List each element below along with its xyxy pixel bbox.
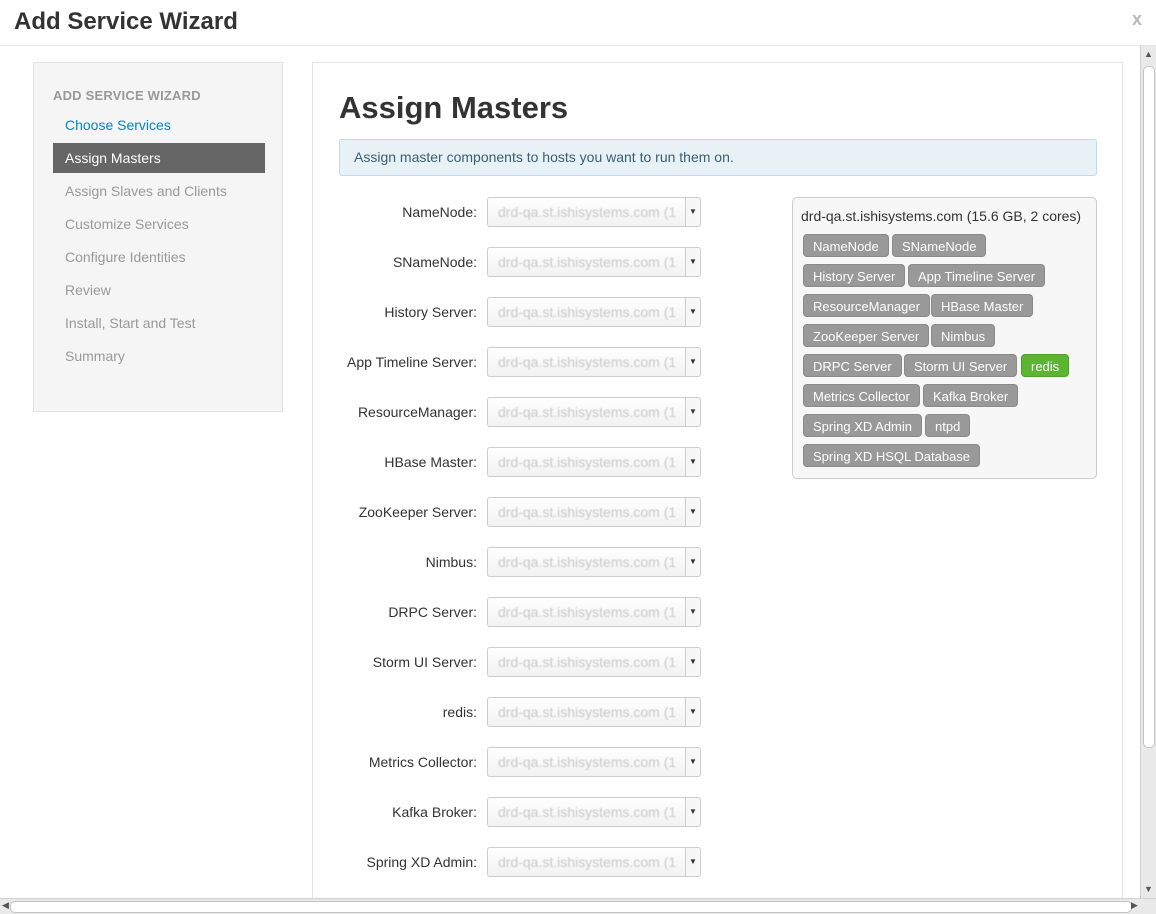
- caret-down-icon[interactable]: ▼: [685, 248, 700, 276]
- host-select[interactable]: drd-qa.st.ishisystems.com (1 ▼: [487, 447, 701, 477]
- host-select-value: drd-qa.st.ishisystems.com (1: [498, 854, 677, 870]
- component-chip: Kafka Broker: [923, 384, 1019, 407]
- host-select-value: drd-qa.st.ishisystems.com (1: [498, 754, 677, 770]
- host-title: drd-qa.st.ishisystems.com (15.6 GB, 2 co…: [801, 208, 1082, 224]
- component-chip: ntpd: [925, 414, 971, 437]
- scroll-up-icon[interactable]: ▲: [1144, 49, 1153, 59]
- host-select-value: drd-qa.st.ishisystems.com (1: [498, 504, 677, 520]
- info-alert: Assign master components to hosts you wa…: [339, 139, 1097, 176]
- host-select[interactable]: drd-qa.st.ishisystems.com (1 ▼: [487, 547, 701, 577]
- caret-down-icon[interactable]: ▼: [685, 598, 700, 626]
- assign-label: HBase Master:: [384, 454, 477, 470]
- component-chip: App Timeline Server: [908, 264, 1046, 287]
- host-select[interactable]: drd-qa.st.ishisystems.com (1 ▼: [487, 797, 701, 827]
- host-select-value: drd-qa.st.ishisystems.com (1: [498, 404, 677, 420]
- host-select[interactable]: drd-qa.st.ishisystems.com (1 ▼: [487, 747, 701, 777]
- caret-down-icon[interactable]: ▼: [685, 848, 700, 876]
- component-chip-new: redis: [1021, 354, 1070, 377]
- component-chip: SNameNode: [892, 234, 987, 257]
- assign-label: Spring XD Admin:: [366, 854, 478, 870]
- host-select[interactable]: drd-qa.st.ishisystems.com (1 ▼: [487, 247, 701, 277]
- assign-label: redis:: [442, 704, 477, 720]
- nav-item-assign-masters[interactable]: Assign Masters: [53, 143, 265, 173]
- assign-label: ResourceManager:: [357, 404, 477, 420]
- wizard-nav: ADD SERVICE WIZARD Choose Services Assig…: [33, 62, 283, 412]
- assign-label: DRPC Server:: [388, 604, 477, 620]
- host-select[interactable]: drd-qa.st.ishisystems.com (1 ▼: [487, 647, 701, 677]
- component-chip: Spring XD HSQL Database: [803, 444, 981, 467]
- caret-down-icon[interactable]: ▼: [685, 348, 700, 376]
- host-select[interactable]: drd-qa.st.ishisystems.com (1 ▼: [487, 597, 701, 627]
- caret-down-icon[interactable]: ▼: [685, 648, 700, 676]
- main-panel: Assign Masters Assign master components …: [312, 62, 1123, 902]
- nav-item-assign-slaves: Assign Slaves and Clients: [65, 183, 227, 199]
- nav-item-configure-identities: Configure Identities: [65, 249, 186, 265]
- scroll-right-icon[interactable]: ▶: [1131, 900, 1138, 911]
- close-icon[interactable]: x: [1132, 9, 1142, 30]
- host-select-value: drd-qa.st.ishisystems.com (1: [498, 254, 677, 270]
- host-select-value: drd-qa.st.ishisystems.com (1: [498, 704, 677, 720]
- host-select[interactable]: drd-qa.st.ishisystems.com (1 ▼: [487, 197, 701, 227]
- assign-label: Nimbus:: [425, 554, 477, 570]
- host-select-value: drd-qa.st.ishisystems.com (1: [498, 554, 677, 570]
- assign-label: ZooKeeper Server:: [358, 504, 477, 520]
- component-chip: ZooKeeper Server: [803, 324, 930, 347]
- vertical-scroll-thumb[interactable]: [1143, 66, 1155, 748]
- component-chip: Storm UI Server: [904, 354, 1018, 377]
- caret-down-icon[interactable]: ▼: [685, 448, 700, 476]
- nav-item-choose-services[interactable]: Choose Services: [53, 110, 265, 140]
- horizontal-scrollbar[interactable]: ◀ ▶: [0, 898, 1156, 914]
- assign-label: NameNode:: [402, 204, 477, 220]
- assign-label: Kafka Broker:: [392, 804, 477, 820]
- component-chip: Metrics Collector: [803, 384, 920, 407]
- host-select-value: drd-qa.st.ishisystems.com (1: [498, 454, 677, 470]
- component-chip: History Server: [803, 264, 906, 287]
- caret-down-icon[interactable]: ▼: [685, 698, 700, 726]
- host-select[interactable]: drd-qa.st.ishisystems.com (1 ▼: [487, 397, 701, 427]
- scroll-left-icon[interactable]: ◀: [2, 900, 9, 911]
- host-select-value: drd-qa.st.ishisystems.com (1: [498, 654, 677, 670]
- nav-item-summary: Summary: [65, 348, 125, 364]
- component-chip: DRPC Server: [803, 354, 902, 377]
- host-select[interactable]: drd-qa.st.ishisystems.com (1 ▼: [487, 497, 701, 527]
- assign-label: App Timeline Server:: [347, 354, 477, 370]
- host-select-value: drd-qa.st.ishisystems.com (1: [498, 604, 677, 620]
- caret-down-icon[interactable]: ▼: [685, 198, 700, 226]
- assign-label: Storm UI Server:: [372, 654, 477, 670]
- title-bar: Add Service Wizard x: [0, 0, 1156, 46]
- host-select[interactable]: drd-qa.st.ishisystems.com (1 ▼: [487, 697, 701, 727]
- component-chip: Nimbus: [931, 324, 996, 347]
- component-chip: NameNode: [803, 234, 889, 257]
- component-chip: Spring XD Admin: [803, 414, 922, 437]
- assign-label: SNameNode:: [392, 254, 477, 270]
- nav-item-customize-services: Customize Services: [65, 216, 189, 232]
- host-select-value: drd-qa.st.ishisystems.com (1: [498, 204, 677, 220]
- content-area: ADD SERVICE WIZARD Choose Services Assig…: [0, 46, 1140, 902]
- host-select-value: drd-qa.st.ishisystems.com (1: [498, 804, 677, 820]
- scroll-down-icon[interactable]: ▼: [1144, 884, 1153, 894]
- caret-down-icon[interactable]: ▼: [685, 498, 700, 526]
- component-chip: ResourceManager: [803, 294, 930, 317]
- assign-label: Metrics Collector:: [368, 754, 477, 770]
- vertical-scrollbar[interactable]: ▲ ▼: [1140, 46, 1156, 898]
- host-select-value: drd-qa.st.ishisystems.com (1: [498, 354, 677, 370]
- nav-item-review: Review: [65, 282, 111, 298]
- caret-down-icon[interactable]: ▼: [685, 398, 700, 426]
- nav-item-install-start-test: Install, Start and Test: [65, 315, 196, 331]
- host-select[interactable]: drd-qa.st.ishisystems.com (1 ▼: [487, 347, 701, 377]
- caret-down-icon[interactable]: ▼: [685, 798, 700, 826]
- host-panel: drd-qa.st.ishisystems.com (15.6 GB, 2 co…: [792, 197, 1097, 479]
- assign-label: History Server:: [384, 304, 477, 320]
- window-title: Add Service Wizard: [14, 8, 238, 35]
- page-title: Assign Masters: [339, 90, 569, 125]
- component-chip: HBase Master: [931, 294, 1034, 317]
- host-select-value: drd-qa.st.ishisystems.com (1: [498, 304, 677, 320]
- horizontal-scroll-thumb[interactable]: [10, 901, 1132, 913]
- host-select[interactable]: drd-qa.st.ishisystems.com (1 ▼: [487, 297, 701, 327]
- wizard-nav-header: ADD SERVICE WIZARD: [53, 88, 201, 103]
- host-select[interactable]: drd-qa.st.ishisystems.com (1 ▼: [487, 847, 701, 877]
- caret-down-icon[interactable]: ▼: [685, 548, 700, 576]
- caret-down-icon[interactable]: ▼: [685, 298, 700, 326]
- caret-down-icon[interactable]: ▼: [685, 748, 700, 776]
